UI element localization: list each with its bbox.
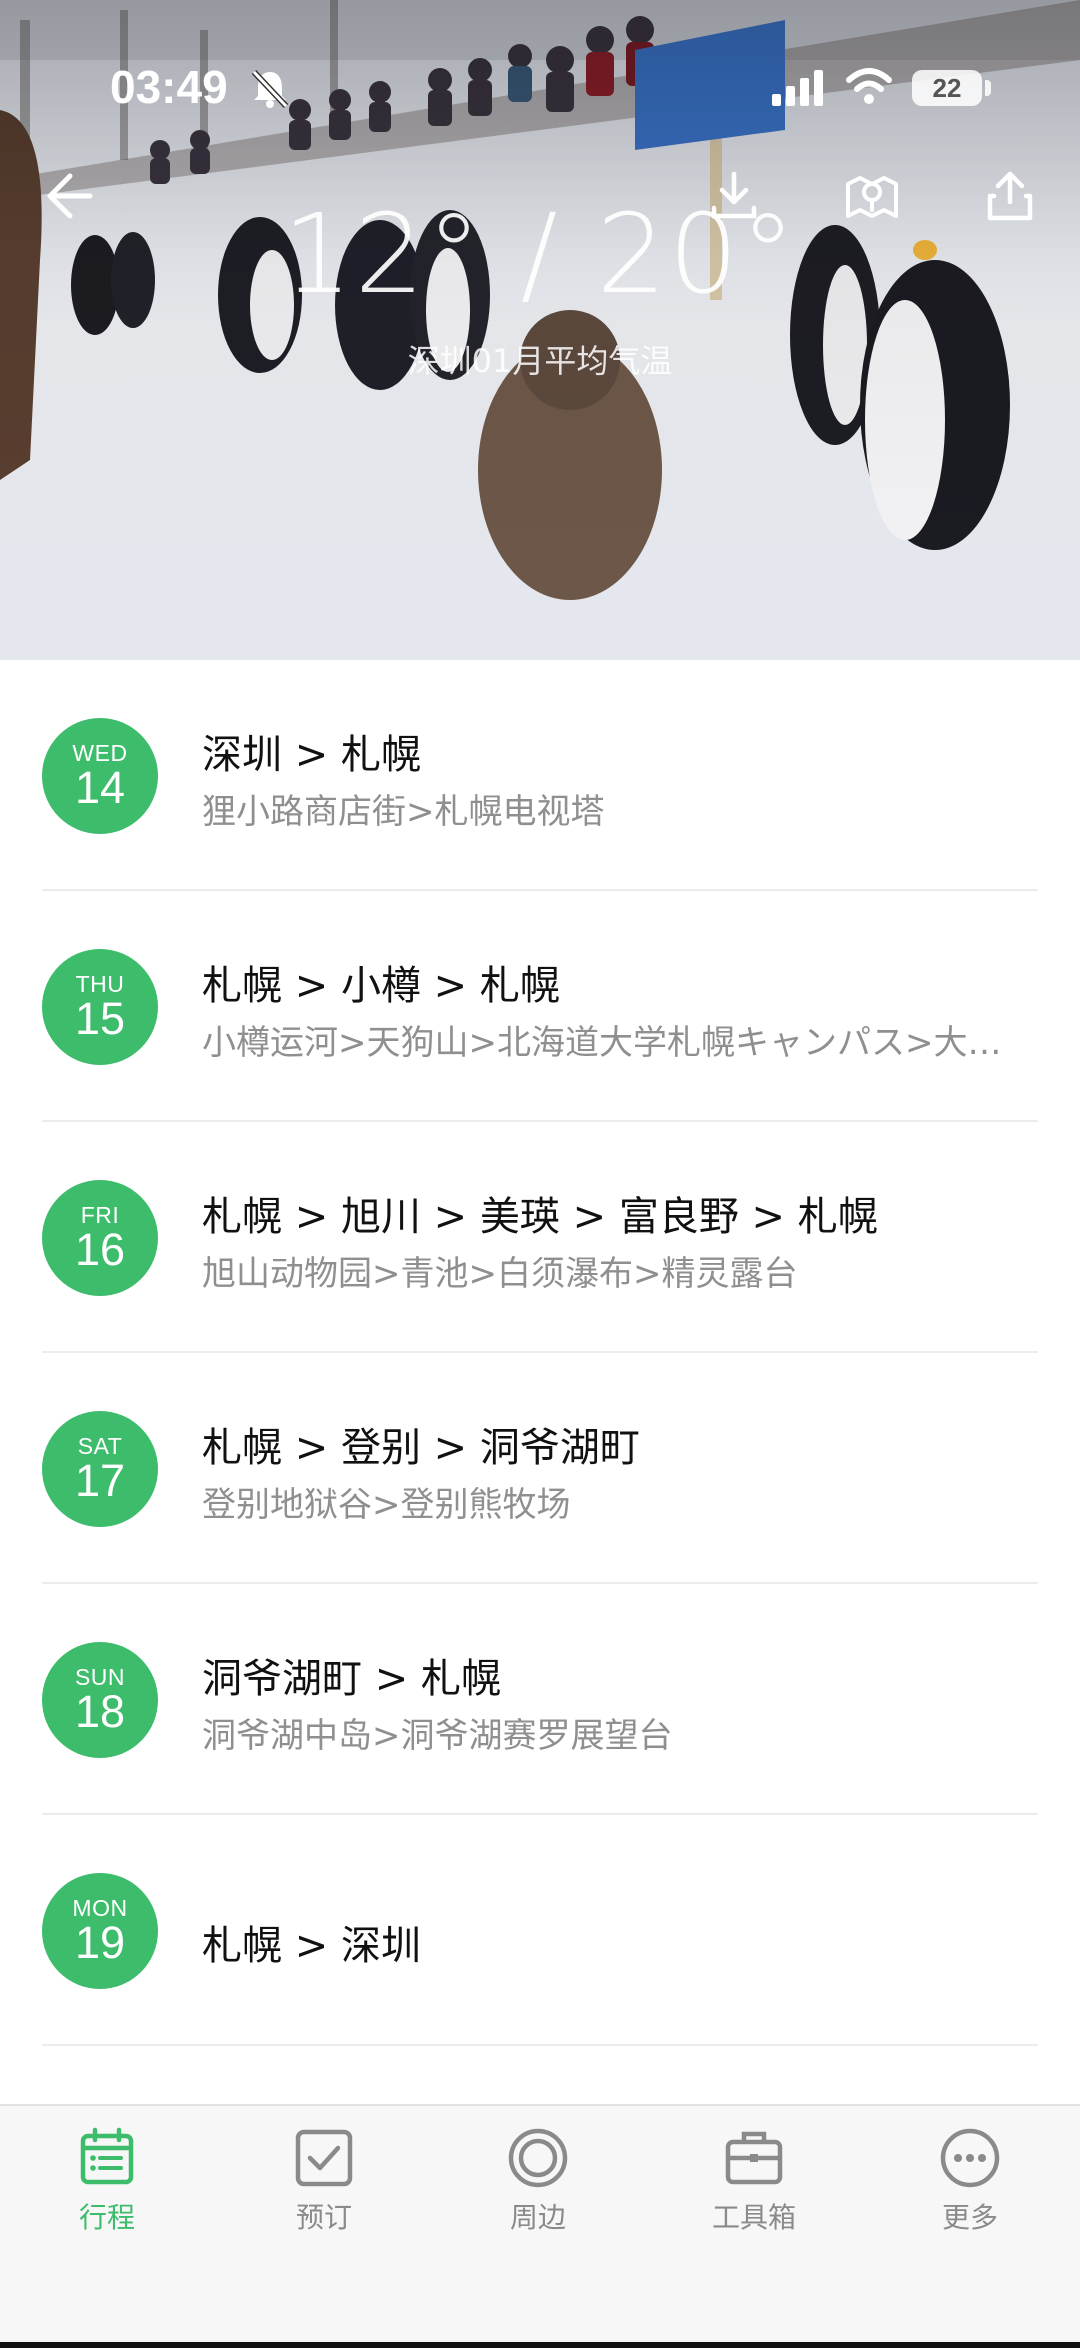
spots-summary: 登别地狱谷>登别熊牧场 (202, 1485, 571, 1525)
tab-label: 周边 (509, 2201, 566, 2234)
signal-icon (772, 70, 823, 106)
itinerary-icon (80, 2127, 134, 2185)
screen-bottom-edge (0, 2342, 1080, 2348)
day-number: 15 (74, 993, 126, 1044)
spots-summary: 小樽运河>天狗山>北海道大学札幌キャンパス>大… (202, 1023, 1002, 1063)
spots-summary: 旭山动物园>青池>白须瀑布>精灵露台 (202, 1254, 798, 1294)
tab-label: 工具箱 (711, 2201, 796, 2234)
route-title: 札幌 > 深圳 (202, 1923, 421, 1969)
date-badge: MON 19 (42, 1873, 158, 1989)
nearby-icon (508, 2128, 568, 2188)
route-title: 札幌 > 登别 > 洞爷湖町 (202, 1425, 640, 1471)
tab-label: 预订 (295, 2201, 352, 2234)
tab-more[interactable]: 更多 (890, 2126, 1050, 2246)
route-title: 札幌 > 旭川 > 美瑛 > 富良野 > 札幌 (202, 1194, 878, 1240)
itinerary-list: WED 14 深圳 > 札幌 狸小路商店街>札幌电视塔 THU 15 札幌 > … (0, 660, 1080, 2046)
wifi-icon (846, 68, 892, 104)
itinerary-day-row[interactable]: WED 14 深圳 > 札幌 狸小路商店街>札幌电视塔 (0, 660, 1080, 891)
day-number: 18 (74, 1686, 126, 1737)
battery-tip (985, 80, 991, 96)
status-time: 03:49 (110, 61, 228, 113)
toolbox-icon (725, 2131, 783, 2185)
temperature-caption: 深圳01月平均气温 (407, 342, 673, 380)
tab-toolbox[interactable]: 工具箱 (674, 2126, 834, 2246)
tab-itinerary[interactable]: 行程 (27, 2126, 187, 2246)
bottom-tab-bar: 行程 预订 周边 工具箱 更多 (0, 2104, 1080, 2348)
itinerary-day-row[interactable]: FRI 16 札幌 > 旭川 > 美瑛 > 富良野 > 札幌 旭山动物园>青池>… (0, 1122, 1080, 1353)
hero-banner: 03:49 22 12° / 20° 深圳01月平均气温 (0, 0, 1080, 660)
day-number: 14 (74, 762, 126, 813)
tab-booking[interactable]: 预订 (244, 2126, 404, 2246)
date-badge: FRI 16 (42, 1180, 158, 1296)
day-number: 19 (74, 1917, 126, 1968)
battery-icon: 22 (912, 70, 982, 106)
day-number: 16 (74, 1224, 126, 1275)
more-icon (940, 2128, 1000, 2188)
itinerary-day-row[interactable]: MON 19 札幌 > 深圳 (0, 1815, 1080, 2046)
itinerary-day-row[interactable]: SAT 17 札幌 > 登别 > 洞爷湖町 登别地狱谷>登别熊牧场 (0, 1353, 1080, 1584)
route-title: 洞爷湖町 > 札幌 (202, 1656, 501, 1702)
date-badge: WED 14 (42, 718, 158, 834)
status-bar: 03:49 22 (0, 0, 1080, 170)
route-title: 深圳 > 札幌 (202, 732, 421, 778)
day-number: 17 (74, 1455, 126, 1506)
itinerary-day-row[interactable]: THU 15 札幌 > 小樽 > 札幌 小樽运河>天狗山>北海道大学札幌キャンパ… (0, 891, 1080, 1122)
itinerary-day-row[interactable]: SUN 18 洞爷湖町 > 札幌 洞爷湖中岛>洞爷湖赛罗展望台 (0, 1584, 1080, 1815)
spots-summary: 狸小路商店街>札幌电视塔 (202, 792, 605, 832)
date-badge: THU 15 (42, 949, 158, 1065)
date-badge: SUN 18 (42, 1642, 158, 1758)
tab-nearby[interactable]: 周边 (458, 2126, 618, 2246)
bell-muted-icon (251, 69, 289, 109)
trip-page: 03:49 22 12° / 20° 深圳01月平均气温 WED 14 深圳 >… (0, 0, 1080, 2348)
checkbox-icon (295, 2129, 353, 2187)
average-temperature: 12° / 20° (282, 190, 798, 318)
tab-label: 行程 (78, 2201, 135, 2234)
tab-label: 更多 (941, 2201, 998, 2234)
route-title: 札幌 > 小樽 > 札幌 (202, 963, 560, 1009)
spots-summary: 洞爷湖中岛>洞爷湖赛罗展望台 (202, 1716, 673, 1756)
row-divider (42, 2044, 1038, 2046)
date-badge: SAT 17 (42, 1411, 158, 1527)
